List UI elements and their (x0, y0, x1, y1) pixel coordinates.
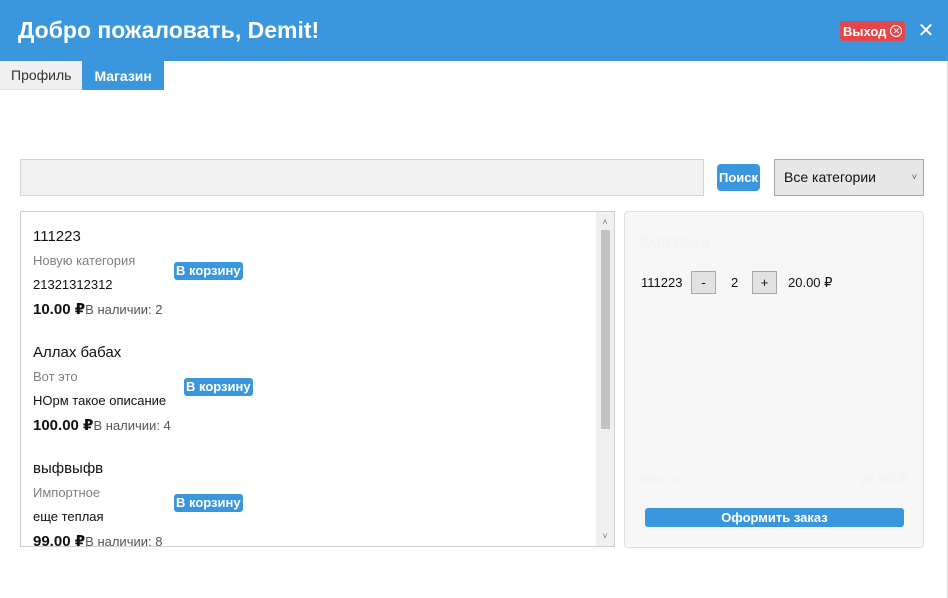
product-list-scrollbar[interactable]: ˄ ˅ (596, 212, 614, 546)
category-select-value: Все категории (784, 169, 876, 185)
header-bar: Добро пожаловать, Demit! Выход ✕ ✕ (0, 0, 948, 61)
cart-title: Корзина (640, 232, 710, 251)
product-price: 99.00 ₽ (33, 533, 86, 547)
checkout-button[interactable]: Оформить заказ (645, 508, 904, 527)
add-to-cart-button[interactable]: В корзину (184, 378, 253, 396)
product-description: НОрм такое описание (33, 393, 167, 408)
product-name: выфвыфв (33, 460, 104, 477)
cart-item-qty: 2 (731, 275, 739, 290)
product-price-line: 10.00 ₽В наличии: 2 (33, 300, 162, 318)
search-button[interactable]: Поиск (717, 164, 760, 191)
product-stock: В наличии: 8 (85, 534, 163, 547)
close-icon[interactable]: ✕ (917, 21, 935, 41)
add-to-cart-button[interactable]: В корзину (174, 262, 243, 280)
chevron-down-icon[interactable]: ˅ (596, 528, 614, 544)
add-to-cart-button[interactable]: В корзину (174, 494, 243, 512)
product-category: Импортное (33, 485, 101, 500)
app-window: Добро пожаловать, Demit! Выход ✕ ✕ Профи… (0, 0, 948, 598)
cart-item-name: 111223 (641, 275, 683, 290)
tab-strip: Профиль Магазин (0, 61, 164, 91)
product-price: 100.00 ₽ (33, 417, 94, 434)
product-category: Новую категория (33, 253, 136, 268)
cart-item-price: 20.00 ₽ (788, 275, 833, 290)
logout-button[interactable]: Выход ✕ (840, 21, 906, 41)
product-price: 10.00 ₽ (33, 301, 86, 318)
cart-item: 111223 - 2 + 20.00 ₽ (641, 271, 911, 295)
welcome-title: Добро пожаловать, Demit! (18, 17, 320, 43)
product-stock: В наличии: 4 (93, 418, 171, 433)
product-stock: В наличии: 2 (85, 302, 163, 317)
product-price-line: 100.00 ₽В наличии: 4 (33, 416, 171, 434)
product-category: Вот это (33, 369, 78, 384)
logout-label: Выход (843, 23, 887, 39)
scrollbar-thumb[interactable] (601, 230, 610, 429)
chevron-up-icon[interactable]: ˄ (596, 214, 614, 230)
chevron-down-icon: ˅ (911, 172, 917, 182)
tab-profile[interactable]: Профиль (0, 61, 83, 90)
product-list: 111223 Новую категория 21321312312 10.00… (20, 211, 615, 547)
cart-total-value: 20.00 ₽ (859, 471, 908, 487)
increase-qty-button[interactable]: + (752, 271, 777, 294)
product-description: еще теплая (33, 509, 104, 524)
tab-shop[interactable]: Магазин (82, 61, 164, 90)
search-input[interactable] (20, 159, 704, 196)
category-select[interactable]: Все категории ˅ (774, 159, 924, 196)
product-name: Аллах бабах (33, 344, 122, 361)
product-name: 111223 (33, 228, 81, 245)
cart-total-label: Итого: (640, 471, 685, 487)
circle-x-icon: ✕ (890, 25, 903, 37)
product-price-line: 99.00 ₽В наличии: 8 (33, 532, 163, 547)
product-description: 21321312312 (33, 277, 113, 292)
cart-panel: Корзина 111223 - 2 + 20.00 ₽ Итого: 20.0… (624, 211, 924, 548)
decrease-qty-button[interactable]: - (691, 271, 716, 294)
